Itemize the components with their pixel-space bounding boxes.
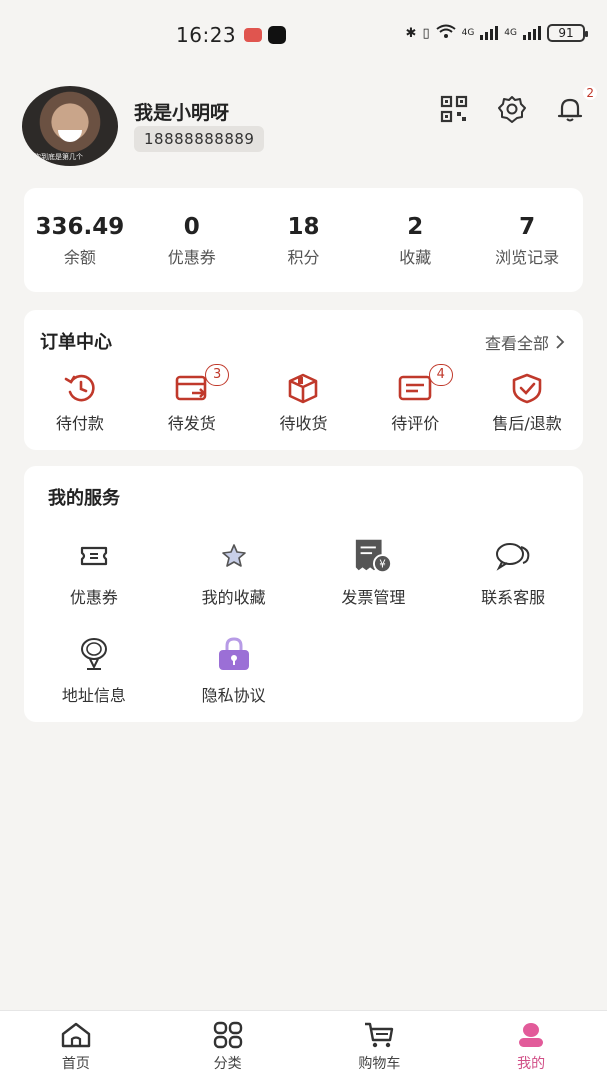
stat-label: 积分 [287,248,320,267]
service-privacy[interactable]: 隐私协议 [164,634,304,706]
username: 我是小明呀 [134,102,230,124]
box-icon [289,373,318,404]
qr-code-icon[interactable] [439,94,469,124]
phone-number: 18888888889 [134,126,265,152]
chevron-right-icon [556,335,565,349]
header-actions: 2 [439,86,597,124]
tab-label: 首页 [61,1056,90,1072]
stat-balance[interactable]: 336.49 余额 [24,188,136,292]
signal-icon-2 [523,26,541,40]
bell-icon[interactable]: 2 [555,86,597,124]
signal-icon-1 [480,26,499,40]
account-stats-card: 336.49 余额 0 优惠券 18 积分 2 收藏 7 浏览记录 [24,188,583,292]
service-invoice[interactable]: ¥ 发票管理 [304,536,444,608]
status-time: 16:23 [176,23,237,47]
tab-mine[interactable]: 我的 [455,1011,607,1080]
order-after-sales[interactable]: 售后/退款 [471,372,583,434]
tab-category[interactable]: 分类 [152,1011,304,1080]
settings-gear-icon[interactable] [497,94,527,124]
my-services-card: 我的服务 优惠券 我的收藏 ¥ 发票管理 联系客服 地址信息 隐私协议 [24,466,583,722]
order-count-badge: 4 [428,364,453,386]
services-title: 我的服务 [48,488,120,509]
stat-favorites[interactable]: 2 收藏 [359,188,471,292]
bluetooth-icon: ✱ [405,25,417,41]
home-icon [61,1022,91,1048]
shield-check-icon [512,373,542,404]
status-bar: 16:23 ✱ ▯ 4G 4G 91 [0,0,607,70]
battery-icon: 91 [547,24,588,42]
stat-value: 336.49 [35,214,125,240]
service-label: 我的收藏 [201,588,266,607]
service-address[interactable]: 地址信息 [24,634,164,706]
wifi-icon [435,24,456,42]
network-label-2: 4G [504,28,517,38]
service-label: 联系客服 [481,588,546,607]
service-label: 隐私协议 [201,686,266,705]
order-count-badge: 3 [205,364,230,386]
stat-value: 0 [183,214,200,240]
network-label-1: 4G [461,28,475,38]
stat-value: 18 [287,214,320,240]
tiktok-icon [268,26,287,44]
stat-history[interactable]: 7 浏览记录 [471,188,583,292]
clock-icon [64,374,95,402]
invoice-icon: ¥ [353,536,393,576]
svg-text:¥: ¥ [380,558,387,570]
order-item-label: 待收货 [279,414,328,433]
tab-cart[interactable]: 购物车 [304,1011,456,1080]
order-status-row: 待付款 3 待发货 待收货 4 待评价 售后/退款 [24,364,583,434]
stat-label: 浏览记录 [495,248,560,267]
comment-icon [398,375,432,401]
order-item-label: 待发货 [167,414,216,433]
order-pending-shipment[interactable]: 3 待发货 [136,364,248,434]
order-pending-review[interactable]: 4 待评价 [359,364,471,434]
tab-label: 我的 [517,1056,546,1072]
service-customer-support[interactable]: 联系客服 [443,536,583,608]
stat-value: 7 [519,214,536,240]
service-coupons[interactable]: 优惠券 [24,536,164,608]
stat-points[interactable]: 18 积分 [248,188,360,292]
service-label: 优惠券 [69,588,118,607]
stat-label: 余额 [63,248,96,267]
ticket-icon [74,536,114,576]
order-center-card: 订单中心 查看全部 待付款 3 待发货 待收货 4 待评价 售后/退款 [24,310,583,450]
stat-coupons[interactable]: 0 优惠券 [136,188,248,292]
lock-icon [214,634,254,674]
tab-label: 分类 [213,1056,242,1072]
user-icon [519,1023,544,1047]
tab-label: 购物车 [358,1056,401,1072]
stat-label: 优惠券 [167,248,216,267]
notification-badge: 2 [583,86,597,100]
grid-icon [213,1021,242,1049]
service-label: 发票管理 [341,588,406,607]
view-all-orders-link[interactable]: 查看全部 [485,330,565,354]
chat-bubbles-icon [493,536,533,576]
order-center-title: 订单中心 [40,332,112,353]
services-grid: 优惠券 我的收藏 ¥ 发票管理 联系客服 地址信息 隐私协议 [24,536,583,706]
stat-label: 收藏 [399,248,432,267]
order-item-label: 售后/退款 [492,414,562,433]
avatar-caption: 你到底是第几个 [34,153,83,161]
order-pending-receipt[interactable]: 待收货 [248,372,360,434]
star-icon [214,536,254,576]
avatar[interactable]: 你到底是第几个 [22,86,118,166]
service-label: 地址信息 [61,686,126,705]
app-notification-icon [244,28,263,42]
bottom-tab-bar: 首页 分类 购物车 我的 [0,1010,607,1080]
order-item-label: 待付款 [55,414,104,433]
order-item-label: 待评价 [391,414,440,433]
status-indicators: ✱ ▯ 4G 4G 91 [405,24,588,42]
view-all-label: 查看全部 [484,334,549,353]
profile-header: 你到底是第几个 我是小明呀 18888888889 2 [22,86,597,168]
location-icon [74,634,114,674]
vibrate-icon: ▯ [422,25,430,41]
order-pending-payment[interactable]: 待付款 [24,372,136,434]
service-favorites[interactable]: 我的收藏 [164,536,304,608]
cart-icon [365,1022,394,1048]
stat-value: 2 [407,214,424,240]
tab-home[interactable]: 首页 [0,1011,152,1080]
